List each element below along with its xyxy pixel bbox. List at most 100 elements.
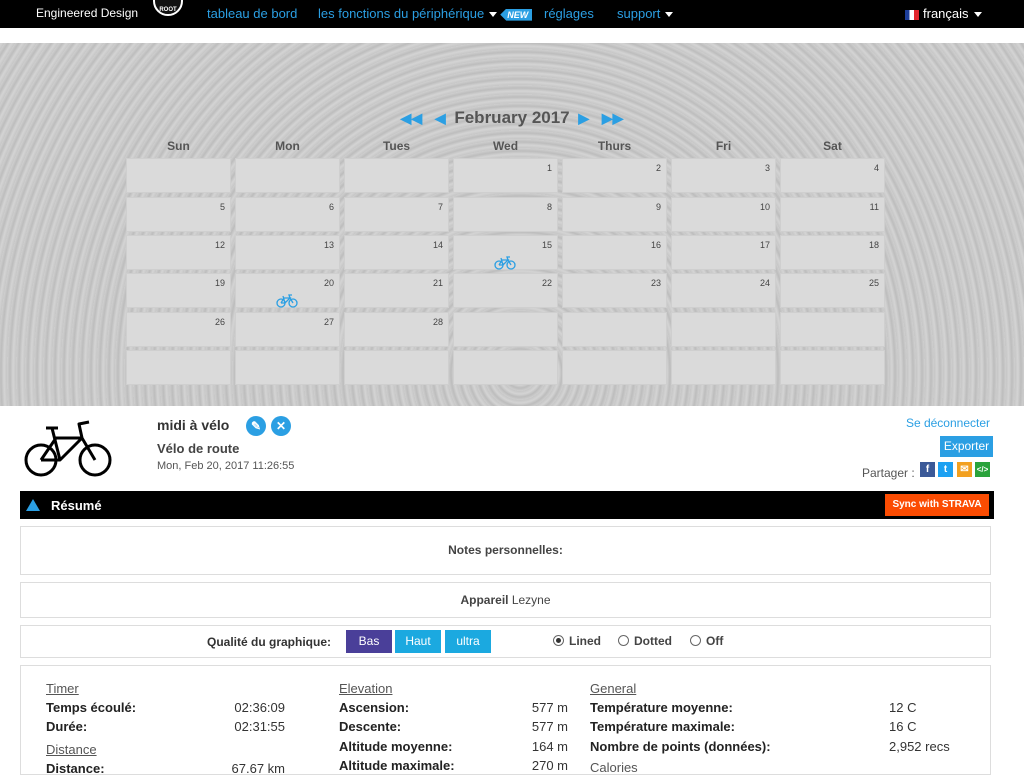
line-style-dotted-radio[interactable]: Dotted — [618, 634, 672, 648]
day-of-week-label: Sat — [823, 139, 842, 153]
facebook-icon[interactable]: f — [920, 462, 935, 477]
calendar-day-cell[interactable]: 3 — [671, 158, 776, 193]
line-style-lined-radio[interactable]: Lined — [553, 634, 601, 648]
day-of-week-label: Wed — [492, 139, 519, 153]
calendar-empty-cell[interactable] — [562, 350, 667, 385]
personal-notes[interactable]: Notes personnelles: — [20, 526, 991, 575]
calendar-day-number: 4 — [873, 163, 879, 173]
next-month-icon[interactable]: ▶ — [578, 110, 589, 127]
calendar-day-cell[interactable]: 6 — [235, 197, 340, 232]
calendar-day-number: 20 — [323, 278, 334, 288]
calendar-day-cell[interactable]: 13 — [235, 235, 340, 270]
stat-key: Durée: — [46, 719, 88, 734]
calendar-day-number: 13 — [323, 240, 334, 250]
calendar-empty-cell[interactable] — [562, 312, 667, 347]
device-row: Appareil Lezyne — [20, 582, 991, 618]
calendar-empty-cell[interactable] — [126, 158, 231, 193]
calendar-day-cell[interactable]: 27 — [235, 312, 340, 347]
calendar-empty-cell[interactable] — [344, 350, 449, 385]
calendar-day-cell[interactable]: 24 — [671, 273, 776, 308]
radio-selected-icon — [553, 635, 564, 646]
calendar-day-cell[interactable]: 22 — [453, 273, 558, 308]
calendar-empty-cell[interactable] — [453, 350, 558, 385]
calendar-day-number: 1 — [546, 163, 552, 173]
next-year-icon[interactable]: ▶▶ — [602, 110, 624, 127]
calendar-empty-cell[interactable] — [344, 158, 449, 193]
calendar-day-number: 6 — [328, 202, 334, 212]
calendar-empty-cell[interactable] — [453, 312, 558, 347]
prev-month-icon[interactable]: ◀ — [435, 110, 446, 127]
off-label: Off — [706, 634, 724, 648]
language-selector[interactable]: français — [905, 6, 982, 21]
calendar-day-number: 23 — [650, 278, 661, 288]
activity-title: midi à vélo — [157, 417, 230, 433]
calendar-day-number: 7 — [437, 202, 443, 212]
delete-close-icon[interactable]: ✕ — [271, 416, 291, 436]
stat-value: 2,952 recs — [889, 739, 950, 754]
calendar-day-cell[interactable]: 12 — [126, 235, 231, 270]
root-logo[interactable]: ROOT — [153, 0, 183, 16]
calendar-empty-cell[interactable] — [780, 312, 885, 347]
quality-low-button[interactable]: Bas — [346, 630, 392, 653]
prev-year-icon[interactable]: ◀◀ — [401, 110, 423, 127]
calendar-day-cell[interactable]: 7 — [344, 197, 449, 232]
embed-code-icon[interactable]: </> — [975, 462, 990, 477]
activity-bike-icon[interactable] — [494, 256, 516, 270]
edit-pencil-icon[interactable]: ✎ — [246, 416, 266, 436]
general-section-title: General — [590, 681, 637, 696]
stat-value: 577 m — [531, 700, 568, 715]
calendar-day-cell[interactable]: 11 — [780, 197, 885, 232]
collapse-triangle-icon[interactable] — [26, 499, 40, 511]
calendar-empty-cell[interactable] — [780, 350, 885, 385]
stat-key: Nombre de points (données): — [590, 739, 771, 754]
calendar-day-cell[interactable]: 21 — [344, 273, 449, 308]
export-button[interactable]: Exporter — [940, 436, 993, 457]
calendar-empty-cell[interactable] — [235, 350, 340, 385]
line-style-off-radio[interactable]: Off — [690, 634, 723, 648]
calendar-day-cell[interactable]: 18 — [780, 235, 885, 270]
stat-value: 577 m — [531, 719, 568, 734]
activity-bike-icon[interactable] — [276, 294, 298, 308]
calendar-day-cell[interactable]: 8 — [453, 197, 558, 232]
calendar-day-cell[interactable]: 19 — [126, 273, 231, 308]
calendar-day-cell[interactable]: 5 — [126, 197, 231, 232]
logout-link[interactable]: Se déconnecter — [906, 416, 990, 430]
top-nav: Engineered Design ROOT tableau de bord l… — [0, 0, 1024, 28]
quality-ultra-button[interactable]: ultra — [445, 630, 491, 653]
calendar-day-number: 18 — [868, 240, 879, 250]
calendar-day-cell[interactable]: 14 — [344, 235, 449, 270]
calendar-day-cell[interactable]: 1 — [453, 158, 558, 193]
share-label: Partager : — [862, 466, 915, 480]
calendar-day-cell[interactable]: 26 — [126, 312, 231, 347]
calendar-day-cell[interactable]: 28 — [344, 312, 449, 347]
calendar-day-cell[interactable]: 4 — [780, 158, 885, 193]
calendar-day-cell[interactable]: 25 — [780, 273, 885, 308]
calendar-day-cell[interactable]: 23 — [562, 273, 667, 308]
calendar-day-cell[interactable]: 15 — [453, 235, 558, 270]
calendar-day-cell[interactable]: 20 — [235, 273, 340, 308]
summary-bar[interactable]: Résumé Sync with STRAVA — [20, 491, 994, 519]
nav-device-functions-link[interactable]: les fonctions du périphérique NEW — [318, 6, 533, 21]
calendar-empty-cell[interactable] — [126, 350, 231, 385]
calendar-day-cell[interactable]: 9 — [562, 197, 667, 232]
strava-sync-button[interactable]: Sync with STRAVA — [885, 494, 989, 516]
brand-text: Engineered Design — [36, 6, 139, 20]
calendar-empty-cell[interactable] — [235, 158, 340, 193]
nav-support-link[interactable]: support — [617, 6, 674, 21]
calendar-day-cell[interactable]: 16 — [562, 235, 667, 270]
calendar-day-cell[interactable]: 17 — [671, 235, 776, 270]
calendar-day-cell[interactable]: 2 — [562, 158, 667, 193]
quality-high-button[interactable]: Haut — [395, 630, 441, 653]
calendar-empty-cell[interactable] — [671, 312, 776, 347]
stat-value: 16 C — [889, 719, 917, 734]
stat-key: Descente: — [339, 719, 402, 734]
activity-type: Vélo de route — [157, 441, 240, 456]
day-of-week-label: Thurs — [597, 139, 632, 153]
twitter-icon[interactable]: t — [938, 462, 953, 477]
nav-settings-link[interactable]: réglages — [544, 6, 594, 21]
email-icon[interactable]: ✉ — [957, 462, 972, 477]
nav-dashboard-link[interactable]: tableau de bord — [207, 6, 297, 21]
calendar-empty-cell[interactable] — [671, 350, 776, 385]
chevron-down-icon — [973, 12, 982, 18]
calendar-day-cell[interactable]: 10 — [671, 197, 776, 232]
